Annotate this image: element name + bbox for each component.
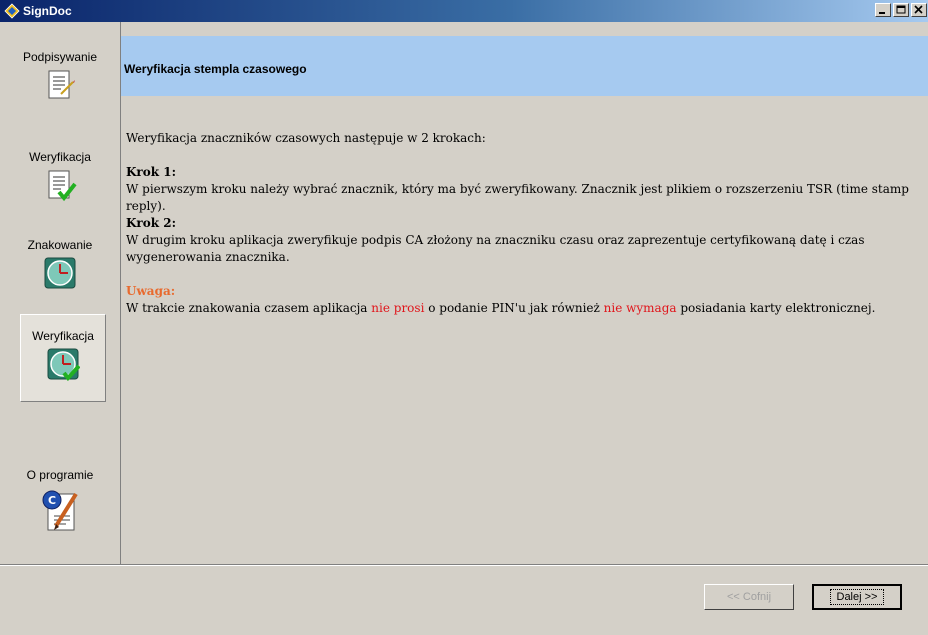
document-check-icon <box>48 170 77 202</box>
clock-check-icon <box>47 348 81 382</box>
sidebar-item-znakowanie[interactable]: Znakowanie <box>0 238 120 310</box>
warning-title: Uwaga: <box>126 284 176 298</box>
step2-title: Krok 2: <box>126 216 177 230</box>
page-header: Weryfikacja stempla czasowego <box>121 36 928 96</box>
document-sign-icon <box>48 70 75 99</box>
sidebar-item-label: Podpisywanie <box>22 50 98 64</box>
sidebar-item-podpisywanie[interactable]: Podpisywanie <box>0 50 120 122</box>
window-title: SignDoc <box>23 4 72 18</box>
warning-text: W trakcie znakowania czasem aplikacja ni… <box>126 300 926 317</box>
step2-text: W drugim kroku aplikacja zweryfikuje pod… <box>126 233 865 264</box>
sidebar-item-weryfikacja-podpisu[interactable]: Weryfikacja <box>0 150 120 222</box>
maximize-button[interactable] <box>893 3 909 17</box>
warning-emphasis: nie wymaga <box>603 301 677 315</box>
next-button[interactable]: Dalej >> <box>812 584 902 610</box>
title-bar: SignDoc <box>0 0 928 22</box>
warning-emphasis: nie prosi <box>371 301 425 315</box>
page-title: Weryfikacja stempla czasowego <box>124 62 307 76</box>
warning-text-part: W trakcie znakowania czasem aplikacja <box>126 301 372 315</box>
close-button[interactable] <box>911 3 927 17</box>
step1-title: Krok 1: <box>126 165 177 179</box>
svg-text:C: C <box>48 494 56 507</box>
minimize-button[interactable] <box>875 3 891 17</box>
sidebar: Podpisywanie Weryfikacja Znakowanie Wery… <box>0 22 121 564</box>
clock-icon <box>44 257 76 289</box>
sidebar-item-label: O programie <box>26 468 94 482</box>
sidebar-item-label: Znakowanie <box>27 238 93 252</box>
warning-text-part: posiadania karty elektronicznej. <box>676 301 876 315</box>
sidebar-item-weryfikacja-stempla[interactable]: Weryfikacja <box>20 314 106 402</box>
warning-text-part: o podanie PIN'u jak również <box>424 301 604 315</box>
content-area: Weryfikacja znaczników czasowych następu… <box>126 130 926 317</box>
intro-text: Weryfikacja znaczników czasowych następu… <box>126 131 486 145</box>
next-button-label: Dalej >> <box>829 589 885 605</box>
back-button-label: << Cofnij <box>726 591 772 603</box>
signdoc-app-icon <box>4 3 20 19</box>
sidebar-item-label: Weryfikacja <box>29 150 91 164</box>
sidebar-item-o-programie[interactable]: O programie C <box>0 468 120 548</box>
step1-text: W pierwszym kroku należy wybrać znacznik… <box>126 182 909 213</box>
bottom-separator <box>0 564 928 566</box>
sidebar-item-label: Weryfikacja <box>32 329 94 343</box>
back-button[interactable]: << Cofnij <box>704 584 794 610</box>
about-certificate-icon: C <box>42 490 78 531</box>
